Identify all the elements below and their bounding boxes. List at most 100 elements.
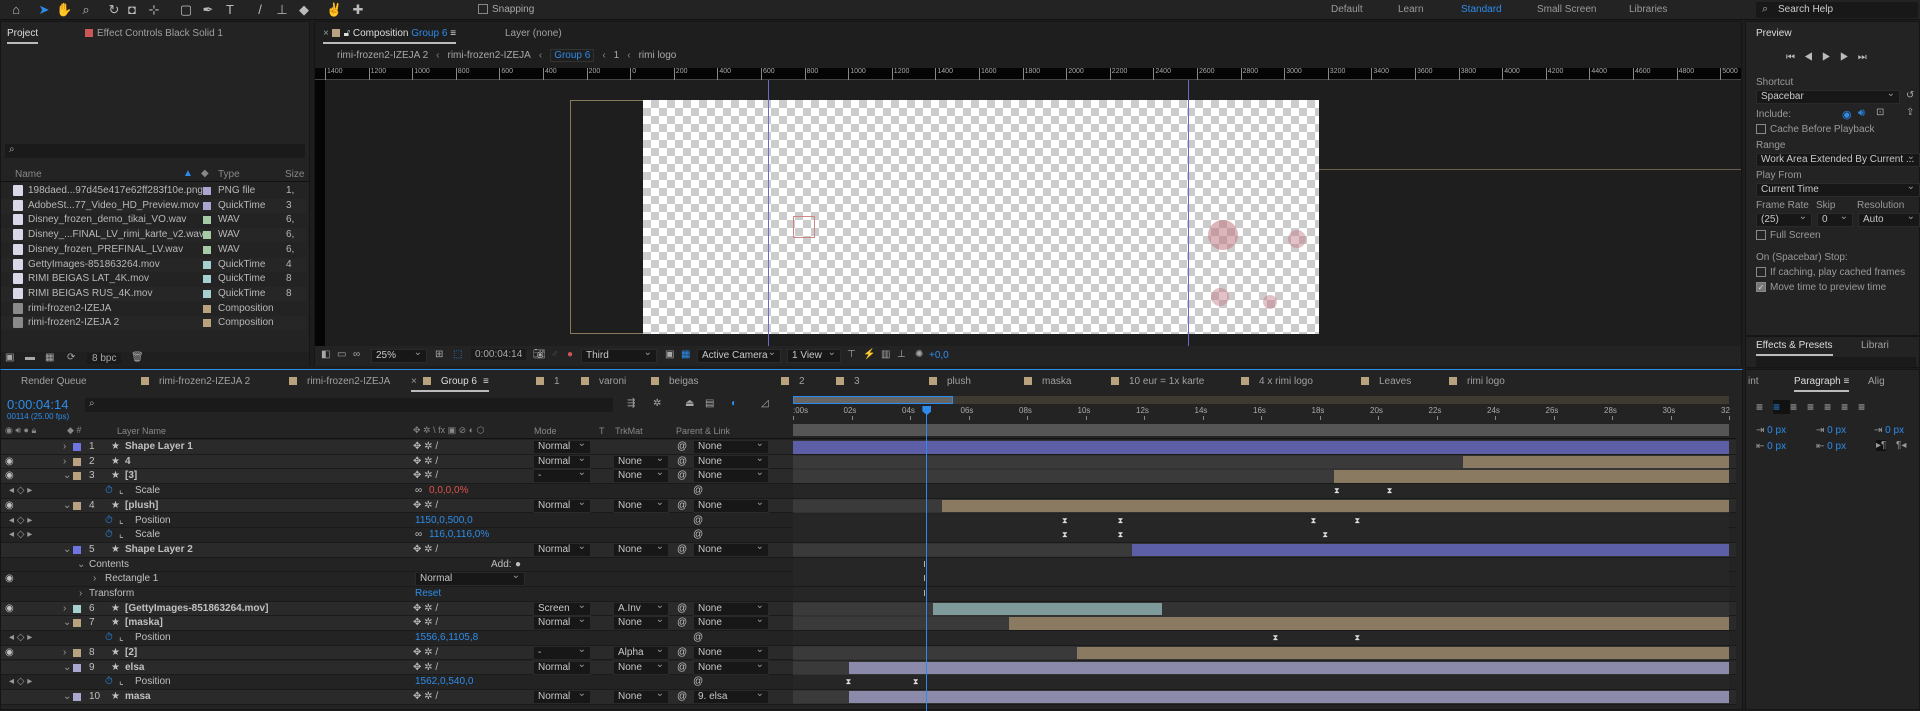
graph-icon[interactable]: ⌞ [119,632,124,643]
parent-dropdown[interactable]: None [693,616,769,631]
space-after-field[interactable]: ⇤ 0 px [1816,441,1846,452]
guide-line[interactable] [768,80,769,346]
toggle-pixel-icon[interactable]: ⊤ [847,349,856,360]
layer-row[interactable]: ⌄ 10 ★ masa ✥ ✲ / Normal None @9. elsa [1,689,1736,705]
property-row[interactable]: ◉›Rectangle 1NormalI [1,572,1736,587]
graph-editor-icon[interactable]: ◿ [761,398,769,409]
align-right-icon[interactable]: ≡ [1790,400,1807,414]
timeline-icon[interactable]: ▥ [881,349,890,360]
search-help-input[interactable]: ⌕ Search Help [1756,2,1918,18]
eye-icon[interactable]: ◉ [5,573,14,584]
breadcrumb-item[interactable]: rimi logo [639,50,677,61]
pick-whip-icon[interactable]: @ [677,500,687,511]
trkmat-dropdown[interactable]: A.Inv [613,601,669,616]
label-swatch[interactable] [73,604,81,613]
tab-10-eur-1x-karte[interactable]: 10 eur = 1x karte [1111,376,1204,387]
twirl-icon[interactable]: ⌄ [63,470,71,481]
label-tag-icon[interactable]: ◆ [201,168,209,179]
tab-composition[interactable]: × 🔓︎ Composition Group 6 ≡ [323,28,457,44]
parent-dropdown[interactable]: None [693,498,769,513]
tab-maska[interactable]: maska [1024,376,1071,387]
layer-row[interactable]: ◉ › 8 ★ [2] ✥ ✲ / - Alpha @ None [1,645,1736,661]
graph-icon[interactable]: ⌞ [119,676,124,687]
twirl-icon[interactable]: ⌄ [63,617,71,628]
keyframe-navigator[interactable]: ◂ ◇ ▸ [9,529,32,540]
breadcrumb-item[interactable]: 1 [614,50,620,61]
label-swatch[interactable] [203,231,211,240]
guide-line[interactable] [1188,80,1189,346]
trkmat-dropdown[interactable]: None [613,660,669,675]
add-icon[interactable]: ● [515,559,521,570]
twirl-icon[interactable]: › [79,588,82,599]
rotate-icon[interactable]: ↻ [106,2,122,18]
keyframe-icon[interactable]: ⧗ [1355,634,1361,642]
expression-pick-whip-icon[interactable]: @ [693,676,703,687]
layer-duration-bar[interactable] [1076,646,1729,660]
reset-link[interactable]: Reset [415,588,441,599]
label-swatch[interactable] [203,289,211,298]
fast-draft-icon[interactable]: ⚡ [863,349,875,360]
interpret-footage-icon[interactable]: ▣ [5,352,14,363]
shy-icon[interactable]: ⏏ [685,398,694,409]
project-item[interactable]: rimi-frozen2-IZEJA 2 Composition [1,316,306,331]
twirl-icon[interactable]: › [63,456,66,467]
rtl-direction-icon[interactable]: ¶◂ [1896,440,1906,451]
twirl-icon[interactable]: › [63,647,66,658]
viewer-timecode[interactable]: 0:00:04:14 [471,349,527,360]
column-layer-name[interactable]: Layer Name [117,426,166,436]
reset-icon[interactable]: ↺ [1906,90,1914,101]
include-video-icon[interactable]: ◉ [1842,108,1852,121]
keyframe-navigator[interactable]: ◂ ◇ ▸ [9,632,32,643]
transparency-grid-icon[interactable]: ▦ [681,349,690,360]
align-center-icon[interactable]: ≡ [1773,400,1791,414]
label-swatch[interactable] [203,304,211,313]
parent-dropdown[interactable]: None [693,469,769,484]
keyframe-icon[interactable]: ⧗ [1118,531,1124,539]
property-value[interactable]: 116,0,116,0% [429,529,489,540]
parent-dropdown[interactable]: None [693,542,769,557]
switches[interactable]: ✥ ✲ / [413,662,438,673]
twirl-icon[interactable]: ⌄ [63,500,71,511]
snapshot-icon[interactable]: 📷︎ [533,349,546,360]
layer-duration-bar[interactable] [1009,617,1729,630]
switches[interactable]: ✥ ✲ / [413,441,438,452]
label-swatch[interactable] [203,216,211,225]
switches[interactable]: ✥ ✲ / [413,470,438,481]
expression-pick-whip-icon[interactable]: @ [693,529,703,540]
checkbox[interactable] [1756,267,1766,278]
time-navigator[interactable] [793,396,953,404]
bit-depth-button[interactable]: 8 bpc [87,353,122,364]
rectangle-icon[interactable]: ▢ [178,2,194,18]
layer-name[interactable]: Shape Layer 2 [125,544,193,555]
layer-name[interactable]: [GettyImages-851863264.mov] [125,603,268,614]
eraser-icon[interactable]: ◆ [296,2,312,18]
layer-duration-bar[interactable] [848,690,1729,704]
tab-render-queue[interactable]: Render Queue [21,376,87,387]
skip-dropdown[interactable]: 0 [1817,213,1853,227]
keyframe-icon[interactable]: ⧗ [1355,516,1361,525]
layer-row[interactable]: ⌄ 7 ★ [maska] ✥ ✲ / Normal None @ None [1,616,1736,632]
checkbox[interactable] [1756,230,1766,241]
tab-paint[interactable]: int [1748,376,1759,387]
full-screen-option[interactable]: Full Screen [1756,230,1821,241]
label-swatch[interactable] [203,201,211,210]
playhead[interactable] [922,406,932,711]
layer-name[interactable]: [plush] [125,500,158,511]
stopwatch-icon[interactable]: ⏱ [105,485,113,496]
label-swatch[interactable] [203,187,211,195]
property-value[interactable]: 1556,6,1105,8 [415,632,478,643]
project-item[interactable]: AdobeSt...77_Video_HD_Preview.mov QuickTi… [1,198,306,213]
layer-row[interactable]: ◉ › 6 ★ [GettyImages-851863264.mov] ✥ ✲ / Scre… [1,601,1736,617]
graph-icon[interactable]: ⌞ [119,485,124,496]
menu-icon[interactable]: ≡ [450,28,456,39]
current-time-display[interactable]: 0:00:04:14 [7,397,68,412]
eye-icon[interactable]: ◉ [5,456,14,467]
parent-dropdown[interactable]: None [693,645,769,660]
flowchart-icon[interactable]: ⊥ [897,349,906,360]
switches[interactable]: ✥ ✲ / [413,456,438,467]
brush-icon[interactable]: / [252,2,268,18]
layer-duration-bar[interactable] [933,602,1162,616]
pan-behind-icon[interactable]: ⊹ [146,2,162,18]
property-row[interactable]: ◂ ◇ ▸ ⏱ ⌞ Scale ∞ 116,0,116,0% @ ⧗ ⧗ ⧗ [1,528,1736,543]
tab-rimi-frozen2-izeja[interactable]: rimi-frozen2-IZEJA [289,376,390,387]
